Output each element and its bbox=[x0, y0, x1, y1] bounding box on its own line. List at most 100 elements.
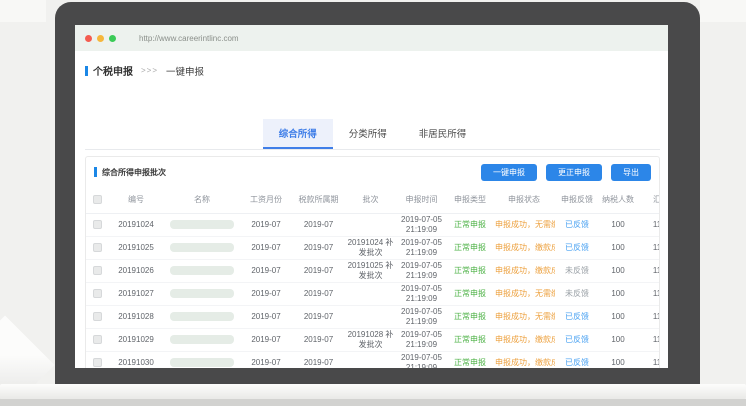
cell-declare-time: 2019-07-05 21:19:09 bbox=[396, 259, 447, 282]
name-placeholder bbox=[170, 312, 234, 321]
one-click-declare-button[interactable]: 一键申报 bbox=[481, 164, 537, 181]
batch-table-container: 编号 名称 工资月份 税款所属期 批次 申报时间 申报类型 申报状态 申报反馈 … bbox=[86, 187, 659, 368]
cell-taxpayer-count: 100 bbox=[599, 236, 637, 259]
name-placeholder bbox=[170, 220, 234, 229]
cell-truncated: 11 bbox=[637, 305, 659, 328]
table-row[interactable]: 20191030 2019-07 2019-07 2019-07-05 21:1… bbox=[86, 351, 659, 368]
cell-salary-month: 2019-07 bbox=[240, 213, 292, 236]
page-content: 个税申报 >>> 一键申报 综合所得 分类所得 非居民所得 综合所得申报批次 一… bbox=[75, 51, 668, 368]
cell-declare-feedback[interactable]: 未反馈 bbox=[555, 282, 599, 305]
cell-declare-type: 正常申报 bbox=[447, 282, 493, 305]
cell-declare-feedback[interactable]: 已反馈 bbox=[555, 213, 599, 236]
name-placeholder bbox=[170, 335, 234, 344]
cell-declare-feedback[interactable]: 未反馈 bbox=[555, 259, 599, 282]
tab-classified-income[interactable]: 分类所得 bbox=[333, 119, 403, 149]
col-header-batch: 批次 bbox=[345, 187, 396, 213]
window-close-icon[interactable] bbox=[85, 35, 92, 42]
cell-salary-month: 2019-07 bbox=[240, 351, 292, 368]
browser-url-bar: http://www.careerintlinc.com bbox=[75, 25, 668, 51]
cell-declare-status: 申报成功，缴款成功 bbox=[493, 351, 555, 368]
url-text: http://www.careerintlinc.com bbox=[139, 34, 239, 43]
tab-comprehensive-income[interactable]: 综合所得 bbox=[263, 119, 333, 149]
breadcrumb-accent-bar bbox=[85, 66, 88, 76]
table-row[interactable]: 20191026 2019-07 2019-07 20191025 补发批次 2… bbox=[86, 259, 659, 282]
window-minimize-icon[interactable] bbox=[97, 35, 104, 42]
cell-batch bbox=[345, 305, 396, 328]
breadcrumb: 个税申报 >>> 一键申报 bbox=[85, 63, 204, 78]
cell-truncated: 11 bbox=[637, 236, 659, 259]
cell-taxpayer-count: 100 bbox=[599, 305, 637, 328]
cell-salary-month: 2019-07 bbox=[240, 259, 292, 282]
name-placeholder bbox=[170, 358, 234, 367]
row-checkbox[interactable] bbox=[93, 335, 102, 344]
breadcrumb-current: 一键申报 bbox=[166, 64, 204, 78]
browser-window: http://www.careerintlinc.com 个税申报 >>> 一键… bbox=[75, 25, 668, 368]
row-checkbox[interactable] bbox=[93, 358, 102, 367]
cell-id: 20191026 bbox=[108, 259, 164, 282]
breadcrumb-section: 个税申报 bbox=[93, 63, 133, 78]
cell-declare-time: 2019-07-05 21:19:09 bbox=[396, 351, 447, 368]
cell-id: 20191025 bbox=[108, 236, 164, 259]
cell-truncated: 11 bbox=[637, 259, 659, 282]
batch-table: 编号 名称 工资月份 税款所属期 批次 申报时间 申报类型 申报状态 申报反馈 … bbox=[86, 187, 659, 368]
cell-truncated: 11 bbox=[637, 213, 659, 236]
cell-batch: 20191028 补发批次 bbox=[345, 328, 396, 351]
row-checkbox[interactable] bbox=[93, 220, 102, 229]
tab-nonresident-income[interactable]: 非居民所得 bbox=[403, 119, 483, 149]
col-header-declare-feedback: 申报反馈 bbox=[555, 187, 599, 213]
export-button[interactable]: 导出 bbox=[611, 164, 651, 181]
cell-tax-period: 2019-07 bbox=[292, 351, 345, 368]
income-type-tabs: 综合所得 分类所得 非居民所得 bbox=[85, 119, 660, 150]
cell-id: 20191029 bbox=[108, 328, 164, 351]
cell-declare-feedback[interactable]: 已反馈 bbox=[555, 305, 599, 328]
cell-declare-status: 申报成功，缴款成功 bbox=[493, 328, 555, 351]
cell-taxpayer-count: 100 bbox=[599, 351, 637, 368]
cell-declare-status: 申报成功，无需缴款 bbox=[493, 282, 555, 305]
cell-tax-period: 2019-07 bbox=[292, 213, 345, 236]
cell-id: 20191024 bbox=[108, 213, 164, 236]
table-row[interactable]: 20191027 2019-07 2019-07 2019-07-05 21:1… bbox=[86, 282, 659, 305]
panel-title-accent-bar bbox=[94, 167, 97, 177]
table-row[interactable]: 20191028 2019-07 2019-07 2019-07-05 21:1… bbox=[86, 305, 659, 328]
background-decoration-top-right bbox=[700, 0, 746, 22]
cell-declare-feedback[interactable]: 已反馈 bbox=[555, 351, 599, 368]
cell-id: 20191030 bbox=[108, 351, 164, 368]
cell-declare-feedback[interactable]: 已反馈 bbox=[555, 236, 599, 259]
row-checkbox[interactable] bbox=[93, 243, 102, 252]
cell-declare-time: 2019-07-05 21:19:09 bbox=[396, 328, 447, 351]
row-checkbox[interactable] bbox=[93, 312, 102, 321]
col-header-taxpayer-count: 纳税人数 bbox=[599, 187, 637, 213]
table-header-row: 编号 名称 工资月份 税款所属期 批次 申报时间 申报类型 申报状态 申报反馈 … bbox=[86, 187, 659, 213]
col-header-id: 编号 bbox=[108, 187, 164, 213]
cell-declare-type: 正常申报 bbox=[447, 236, 493, 259]
row-checkbox[interactable] bbox=[93, 289, 102, 298]
cell-truncated: 11 bbox=[637, 282, 659, 305]
col-header-tax-period: 税款所属期 bbox=[292, 187, 345, 213]
col-header-salary-month: 工资月份 bbox=[240, 187, 292, 213]
cell-declare-status: 申报成功，无需缴款 bbox=[493, 305, 555, 328]
row-checkbox[interactable] bbox=[93, 266, 102, 275]
correct-declare-button[interactable]: 更正申报 bbox=[546, 164, 602, 181]
cell-id: 20191027 bbox=[108, 282, 164, 305]
cell-declare-feedback[interactable]: 已反馈 bbox=[555, 328, 599, 351]
window-maximize-icon[interactable] bbox=[109, 35, 116, 42]
cell-truncated: 11 bbox=[637, 351, 659, 368]
cell-declare-type: 正常申报 bbox=[447, 213, 493, 236]
table-row[interactable]: 20191025 2019-07 2019-07 20191024 补发批次 2… bbox=[86, 236, 659, 259]
cell-batch bbox=[345, 213, 396, 236]
cell-declare-type: 正常申报 bbox=[447, 328, 493, 351]
cell-tax-period: 2019-07 bbox=[292, 282, 345, 305]
cell-declare-type: 正常申报 bbox=[447, 351, 493, 368]
panel-title: 综合所得申报批次 bbox=[102, 167, 166, 178]
table-row[interactable]: 20191024 2019-07 2019-07 2019-07-05 21:1… bbox=[86, 213, 659, 236]
select-all-checkbox[interactable] bbox=[93, 195, 102, 204]
cell-batch: 20191024 补发批次 bbox=[345, 236, 396, 259]
table-row[interactable]: 20191029 2019-07 2019-07 20191028 补发批次 2… bbox=[86, 328, 659, 351]
cell-batch: 20191025 补发批次 bbox=[345, 259, 396, 282]
cell-salary-month: 2019-07 bbox=[240, 305, 292, 328]
laptop-base bbox=[0, 384, 746, 399]
col-header-declare-type: 申报类型 bbox=[447, 187, 493, 213]
cell-tax-period: 2019-07 bbox=[292, 236, 345, 259]
cell-declare-time: 2019-07-05 21:19:09 bbox=[396, 236, 447, 259]
cell-truncated: 11 bbox=[637, 328, 659, 351]
